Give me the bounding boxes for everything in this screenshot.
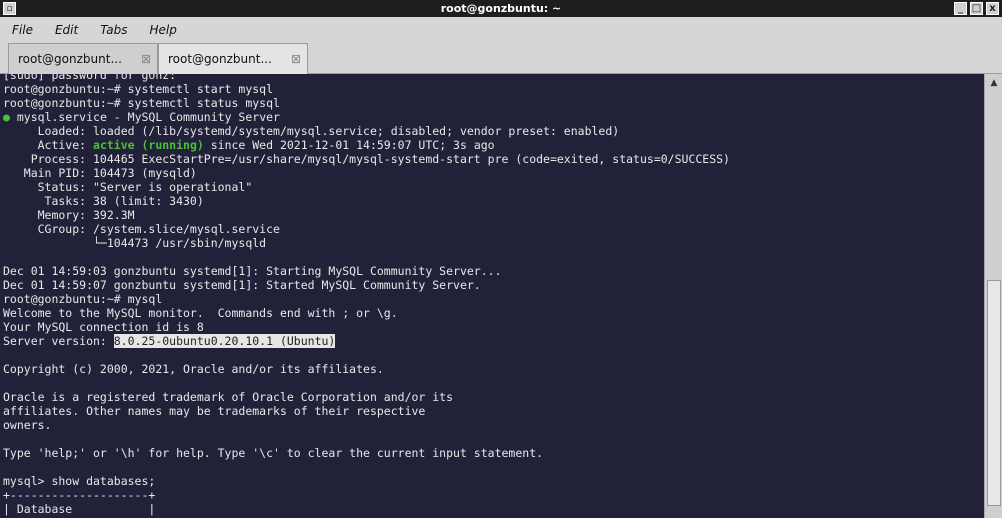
- terminal-lines: [sudo] password for gonz: root@gonzbuntu…: [3, 74, 730, 516]
- status-dot-icon: ●: [3, 110, 10, 124]
- terminal-line: Main PID: 104473 (mysqld): [3, 166, 197, 180]
- menu-edit[interactable]: Edit: [55, 23, 78, 37]
- window-menu-icon[interactable]: ▫: [3, 2, 16, 15]
- menu-tabs[interactable]: Tabs: [100, 23, 127, 37]
- active-status: active (running): [93, 138, 204, 152]
- vertical-scrollbar[interactable]: ▲: [984, 74, 1002, 518]
- terminal-line: ● mysql.service - MySQL Community Server: [3, 110, 730, 124]
- terminal-line: Your MySQL connection id is 8: [3, 320, 204, 334]
- terminal-line: root@gonzbuntu:~# systemctl status mysql: [3, 96, 280, 110]
- server-version-label: Server version:: [3, 334, 114, 348]
- terminal-line: root@gonzbuntu:~# systemctl start mysql: [3, 82, 274, 96]
- menu-file[interactable]: File: [12, 23, 33, 37]
- terminal-line: Memory: 392.3M: [3, 208, 135, 222]
- selected-server-version[interactable]: 8.0.25-0ubuntu0.20.10.1 (Ubuntu): [113, 334, 336, 348]
- terminal-line: mysql> show databases;: [3, 474, 156, 488]
- terminal-line: Loaded: loaded (/lib/systemd/system/mysq…: [3, 124, 620, 138]
- terminal-line: Server version: 8.0.25-0ubuntu0.20.10.1 …: [3, 334, 730, 348]
- tab-terminal-1[interactable]: root@gonzbunt... ⊠: [8, 43, 158, 74]
- active-label: Active:: [3, 138, 94, 152]
- title-bar: ▫ root@gonzbuntu: ~ _ □ x: [0, 0, 1002, 17]
- terminal-line: root@gonzbuntu:~# mysql: [3, 292, 163, 306]
- terminal-line: Tasks: 38 (limit: 3430): [3, 194, 204, 208]
- terminal-line: Welcome to the MySQL monitor. Commands e…: [3, 306, 398, 320]
- scrollbar-thumb[interactable]: [987, 280, 1001, 506]
- menu-bar: File Edit Tabs Help: [0, 17, 1002, 42]
- terminal-line: owners.: [3, 418, 52, 432]
- window-title: root@gonzbuntu: ~: [440, 2, 562, 15]
- terminal-line: Copyright (c) 2000, 2021, Oracle and/or …: [3, 362, 384, 376]
- terminal-line: [sudo] password for gonz:: [3, 74, 177, 82]
- terminal-line: Type 'help;' or '\h' for help. Type '\c'…: [3, 446, 544, 460]
- terminal-line: └─104473 /usr/sbin/mysqld: [3, 236, 267, 250]
- terminal-line: Status: "Server is operational": [3, 180, 253, 194]
- menu-help[interactable]: Help: [150, 23, 177, 37]
- tab-label: root@gonzbunt...: [168, 52, 272, 66]
- terminal-line: Oracle is a registered trademark of Orac…: [3, 390, 454, 404]
- tab-close-icon[interactable]: ⊠: [135, 52, 157, 66]
- terminal-output[interactable]: [sudo] password for gonz: root@gonzbuntu…: [0, 74, 984, 518]
- terminal-line: Dec 01 14:59:03 gonzbuntu systemd[1]: St…: [3, 264, 502, 278]
- terminal-line: affiliates. Other names may be trademark…: [3, 404, 426, 418]
- terminal-line: Dec 01 14:59:07 gonzbuntu systemd[1]: St…: [3, 278, 481, 292]
- close-icon[interactable]: x: [986, 2, 999, 15]
- terminal-line: +--------------------+: [3, 488, 156, 502]
- service-name: mysql.service - MySQL Community Server: [16, 110, 280, 124]
- minimize-icon[interactable]: _: [954, 2, 967, 15]
- terminal-line: Process: 104465 ExecStartPre=/usr/share/…: [3, 152, 730, 166]
- active-suffix: since Wed 2021-12-01 14:59:07 UTC; 3s ag…: [203, 138, 495, 152]
- scroll-up-icon[interactable]: ▲: [987, 76, 1001, 90]
- tab-bar: root@gonzbunt... ⊠ root@gonzbunt... ⊠: [0, 42, 1002, 74]
- terminal-line: Active: active (running) since Wed 2021-…: [3, 138, 730, 152]
- tab-terminal-2[interactable]: root@gonzbunt... ⊠: [158, 43, 308, 74]
- maximize-icon[interactable]: □: [970, 2, 983, 15]
- terminal-line: CGroup: /system.slice/mysql.service: [3, 222, 280, 236]
- terminal-line: | Database |: [3, 502, 156, 516]
- tab-label: root@gonzbunt...: [18, 52, 122, 66]
- tab-close-icon[interactable]: ⊠: [285, 52, 307, 66]
